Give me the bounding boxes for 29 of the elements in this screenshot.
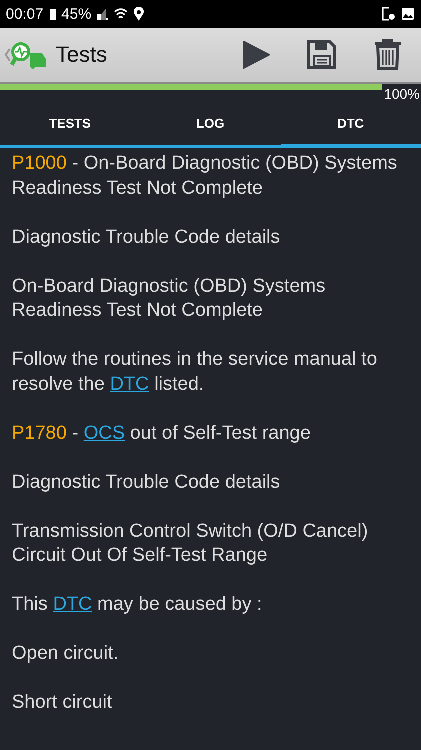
trash-icon[interactable] xyxy=(373,39,403,71)
link[interactable]: OCS xyxy=(84,422,126,444)
link[interactable]: DTC xyxy=(110,374,150,394)
clock: 00:07 xyxy=(6,6,44,22)
battery-level: 45% xyxy=(62,6,92,22)
signal-icon xyxy=(96,8,109,20)
paragraph: This DTC may be caused by : xyxy=(12,593,264,617)
save-icon[interactable] xyxy=(307,40,337,70)
paragraph: On-Board Diagnostic (OBD) Systems Readiness Test Not Complete xyxy=(12,274,327,323)
paragraph: Follow the routines in the service manual to resolve the DTC listed. xyxy=(12,348,378,396)
image-icon xyxy=(401,7,415,21)
paragraph: Diagnostic Trouble Code details xyxy=(12,226,282,250)
paragraph: Transmission Control Switch (O/D Cancel) Circuit Out Of Self-Test Range xyxy=(12,520,370,568)
paragraph: P1780 - OCS out of Self-Test range xyxy=(12,422,312,446)
link[interactable]: DTC xyxy=(53,594,92,615)
screenshot-icon xyxy=(382,7,396,21)
paragraph: Diagnostic Trouble Code details xyxy=(12,470,282,494)
paragraph: Short circuit xyxy=(12,691,114,715)
paragraph: P1000 - On-Board Diagnostic (OBD) Systems Readiness Test Not Complete xyxy=(12,152,398,200)
wifi-icon xyxy=(114,8,128,20)
tab[interactable]: TESTS xyxy=(0,100,140,148)
battery-icon xyxy=(48,8,57,20)
progress-reading: 100% xyxy=(383,85,421,102)
tab[interactable]: DTC xyxy=(280,100,421,148)
play-icon[interactable] xyxy=(241,40,271,70)
screen-title: Tests xyxy=(56,42,108,68)
paragraph: Open circuit. xyxy=(12,642,120,666)
location-icon xyxy=(132,6,145,22)
tab[interactable]: LOG xyxy=(140,100,281,148)
